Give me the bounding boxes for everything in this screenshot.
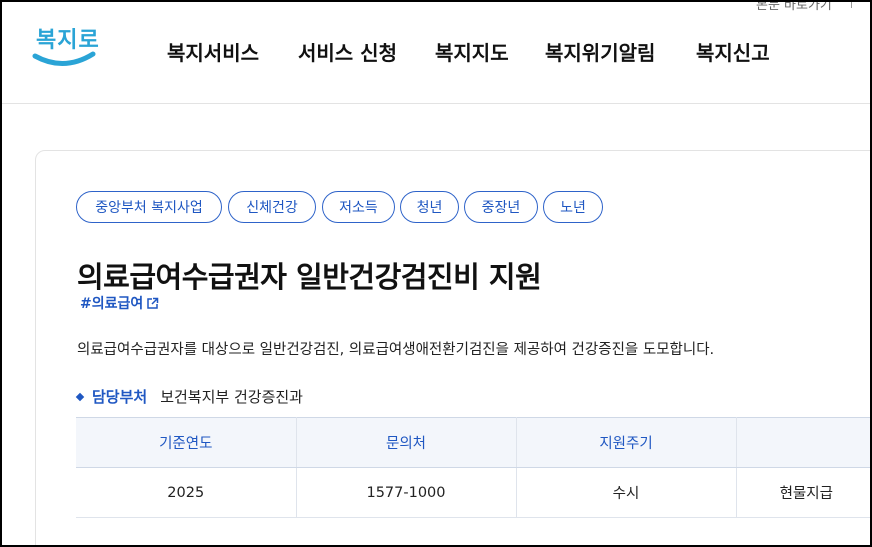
bokjiro-logo[interactable]: 복지로 (32, 22, 99, 76)
logo-smile-icon (32, 51, 96, 67)
tag-middle-age[interactable]: 중장년 (464, 191, 538, 223)
cell-support-type: 현물지급 (736, 467, 872, 518)
service-description: 의료급여수급권자를 대상으로 일반건강검진, 의료급여생애전환기검진을 제공하여… (77, 342, 715, 358)
header-base-year: 기준연도 (76, 417, 297, 468)
nav-welfare-services[interactable]: 복지서비스 (167, 37, 259, 66)
nav-welfare-report[interactable]: 복지신고 (696, 37, 770, 66)
service-info-table: 기준연도 문의처 지원주기 2025 1577-1000 수시 현물지급 (76, 417, 872, 518)
header-support-cycle: 지원주기 (516, 417, 737, 468)
skip-link-divider (851, 0, 852, 8)
hashtag-text: #의료급여 (80, 296, 144, 312)
diamond-bullet-icon (75, 392, 85, 401)
service-title: 의료급여수급권자 일반건강검진비 지원 (77, 260, 542, 294)
tag-low-income[interactable]: 저소득 (322, 191, 395, 223)
department-label: 담당부처 (92, 388, 148, 406)
department-row: 담당부처 보건복지부 건강증진과 (75, 386, 303, 407)
external-link-icon (147, 297, 159, 309)
site-header: 본문 바로가기 복지로 복지서비스 서비스 신청 복지지도 복지위기알림 복지신… (0, 0, 872, 104)
nav-welfare-map[interactable]: 복지지도 (435, 37, 509, 66)
hashtag-link[interactable]: #의료급여 (80, 293, 159, 313)
tag-youth[interactable]: 청년 (400, 191, 459, 223)
header-support-type (736, 417, 872, 468)
nav-welfare-crisis-alert[interactable]: 복지위기알림 (545, 37, 655, 66)
header-contact: 문의처 (296, 417, 517, 468)
tag-senior[interactable]: 노년 (543, 191, 603, 223)
table-header-row: 기준연도 문의처 지원주기 (76, 417, 872, 468)
tag-central-ministry[interactable]: 중앙부처 복지사업 (76, 191, 222, 223)
cell-contact: 1577-1000 (296, 467, 517, 518)
cell-support-cycle: 수시 (516, 467, 737, 518)
cell-base-year: 2025 (76, 467, 297, 518)
nav-service-application[interactable]: 서비스 신청 (298, 37, 397, 66)
department-value: 보건복지부 건강증진과 (160, 388, 303, 406)
skip-to-content-link[interactable]: 본문 바로가기 (756, 0, 832, 13)
table-row: 2025 1577-1000 수시 현물지급 (76, 467, 872, 518)
tag-physical-health[interactable]: 신체건강 (228, 191, 316, 223)
